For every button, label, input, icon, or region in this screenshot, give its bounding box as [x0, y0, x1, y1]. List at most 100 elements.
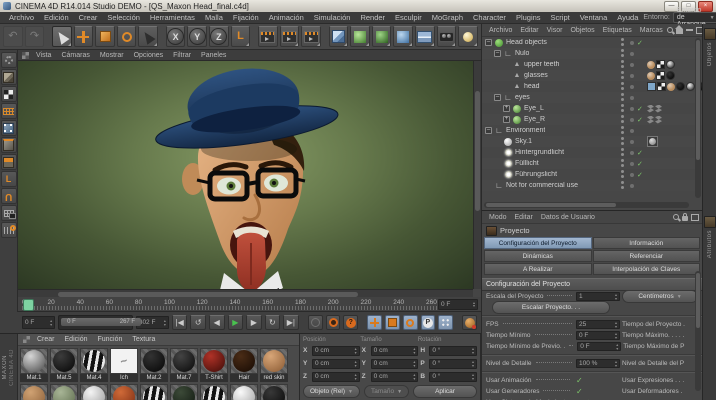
add-spline-button[interactable] [350, 26, 370, 47]
menu-esculpir[interactable]: Esculpir [390, 13, 427, 22]
tree-row-head[interactable]: ▲ head [482, 81, 702, 92]
live-selection-tool[interactable] [51, 26, 72, 47]
undo-button[interactable]: ↶ [3, 26, 23, 47]
visibility-dots-icon[interactable] [620, 104, 625, 113]
viewport-vertical-scrollbar[interactable] [473, 61, 481, 289]
visibility-dots-icon[interactable] [620, 170, 625, 179]
material-swatch[interactable] [260, 384, 288, 400]
expression-tag-icon[interactable] [655, 104, 662, 113]
tree-row-eyer[interactable]: + Eye_R ✓ [482, 114, 702, 125]
phong-tag-icon[interactable] [647, 82, 656, 91]
layer-dot-icon[interactable] [630, 62, 634, 67]
stepper-icon[interactable]: ▴ ▾ [355, 360, 357, 367]
timeline-current-frame-field[interactable]: 0 F ▴ ▾ [438, 298, 478, 310]
tree-row-eyes[interactable]: – ∟ eyes [482, 92, 702, 103]
add-primitive-button[interactable] [328, 26, 349, 47]
texture-mode-button[interactable] [0, 86, 17, 102]
axis-mode-button[interactable]: L [0, 171, 17, 187]
layer-dot-icon[interactable] [630, 139, 634, 144]
expression-tag-icon[interactable] [647, 104, 654, 113]
loop-button[interactable]: ↻ [264, 315, 281, 330]
layer-dot-icon[interactable] [630, 161, 634, 166]
material-thumbnail[interactable] [260, 348, 288, 374]
lock-z-axis-button[interactable]: Z [209, 26, 229, 47]
material-swatch[interactable] [50, 384, 78, 400]
expander-icon[interactable]: – [485, 127, 492, 134]
menu-herramientas[interactable]: Herramientas [145, 13, 200, 22]
key-pla-toggle[interactable] [438, 315, 453, 330]
selection-tag-icon[interactable] [667, 82, 675, 91]
viewport-menu-vista[interactable]: Vista [31, 52, 56, 59]
material-thumbnail[interactable]: ~ [110, 348, 138, 374]
visibility-dots-icon[interactable] [620, 71, 625, 80]
attr-value-field[interactable]: 0 F ▴ ▾ [576, 331, 620, 340]
layer-dot-icon[interactable] [630, 84, 634, 89]
material-tag-icon[interactable] [676, 82, 685, 91]
stepper-icon[interactable]: ▴ ▾ [472, 373, 474, 380]
stepper-icon[interactable]: ▴ ▾ [615, 321, 617, 328]
panel-icon[interactable] [691, 213, 699, 221]
viewport-menu-mostrar[interactable]: Mostrar [95, 52, 129, 59]
attr-tab-dinamicas[interactable]: Dinámicas [484, 250, 592, 262]
object-menu-archivo[interactable]: Archivo [485, 27, 516, 34]
material-thumbnail[interactable] [140, 384, 168, 400]
menu-mograph[interactable]: MoGraph [427, 13, 468, 22]
tree-row-upper-teeth[interactable]: ▲ upper teeth [482, 59, 702, 70]
material-mat2[interactable]: Mat.2 [140, 348, 168, 382]
make-editable-button[interactable] [0, 52, 17, 68]
material-hair[interactable]: Hair [230, 348, 258, 382]
material-tshirt[interactable]: T-Shirt [200, 348, 228, 382]
timeline-playhead[interactable] [23, 299, 34, 311]
visibility-dots-icon[interactable] [620, 60, 625, 69]
coord-value-field[interactable]: 0 cm ▴ ▾ [312, 371, 360, 382]
visibility-dots-icon[interactable] [620, 38, 625, 47]
material-menu-edicion[interactable]: Edición [60, 336, 93, 343]
go-to-end-button[interactable]: ▶| [283, 315, 299, 330]
menu-simulacion[interactable]: Simulación [309, 13, 356, 22]
autokeying-button[interactable] [462, 315, 477, 330]
coord-value-field[interactable]: 0 ° ▴ ▾ [429, 358, 478, 369]
material-thumbnail[interactable] [200, 384, 228, 400]
attr-value-field[interactable]: 25 ▴ ▾ [576, 320, 620, 329]
material-thumbnail[interactable] [230, 384, 258, 400]
viewport-menu-opciones[interactable]: Opciones [129, 52, 169, 59]
visibility-dots-icon[interactable] [620, 93, 625, 102]
menu-crear[interactable]: Crear [74, 13, 103, 22]
visibility-dots-icon[interactable] [620, 137, 625, 146]
lock-y-axis-button[interactable]: Y [187, 26, 208, 47]
material-thumbnail[interactable] [80, 348, 108, 374]
stepper-icon[interactable]: ▴ ▾ [355, 373, 357, 380]
layer-dot-icon[interactable] [630, 150, 634, 155]
sky-material-tag-icon[interactable] [647, 136, 658, 147]
coordinate-system-button[interactable]: L [230, 26, 251, 47]
timeline-ruler[interactable]: 020406080100120140160180200220240260 0 F… [18, 297, 481, 312]
coord-value-field[interactable]: 0 cm ▴ ▾ [312, 345, 360, 356]
tree-row-nulo[interactable]: – ∟ Nulo [482, 48, 702, 59]
snapping-button[interactable] [0, 222, 17, 238]
move-tool[interactable] [73, 26, 94, 47]
key-parameter-toggle[interactable]: P [420, 315, 436, 330]
stepper-icon[interactable]: ▴ ▾ [413, 347, 415, 354]
coord-value-field[interactable]: 0 ° ▴ ▾ [429, 345, 478, 356]
tree-row-sky1[interactable]: Sky.1 [482, 136, 702, 147]
expander-icon[interactable]: – [494, 94, 501, 101]
expression-tag-icon[interactable] [647, 115, 654, 124]
project-scale-field[interactable]: 1 ▴ ▾ [576, 292, 620, 301]
uvw-tag-icon[interactable] [656, 71, 665, 80]
coord-value-field[interactable]: 0 cm ▴ ▾ [370, 345, 419, 356]
coord-value-field[interactable]: 0 cm ▴ ▾ [370, 371, 419, 382]
stepper-icon[interactable]: ▴ ▾ [355, 347, 357, 354]
material-menu-textura[interactable]: Textura [127, 336, 160, 343]
material-thumbnail[interactable] [200, 348, 228, 374]
menu-character[interactable]: Character [468, 13, 511, 22]
coord-value-field[interactable]: 0 cm ▴ ▾ [312, 358, 360, 369]
coordinate-mode-dropdown[interactable]: Objeto (Rel) ▼ [303, 385, 360, 398]
object-menu-marcas[interactable]: Marcas [636, 27, 667, 34]
visibility-dots-icon[interactable] [620, 126, 625, 135]
enabled-check-icon[interactable]: ✓ [637, 105, 643, 113]
expander-icon[interactable]: – [494, 50, 501, 57]
material-swatch[interactable] [230, 384, 258, 400]
checkbox-checked-icon[interactable]: ✓ [574, 376, 620, 385]
attribute-menu-editar[interactable]: Editar [511, 214, 537, 221]
visibility-dots-icon[interactable] [620, 115, 625, 124]
